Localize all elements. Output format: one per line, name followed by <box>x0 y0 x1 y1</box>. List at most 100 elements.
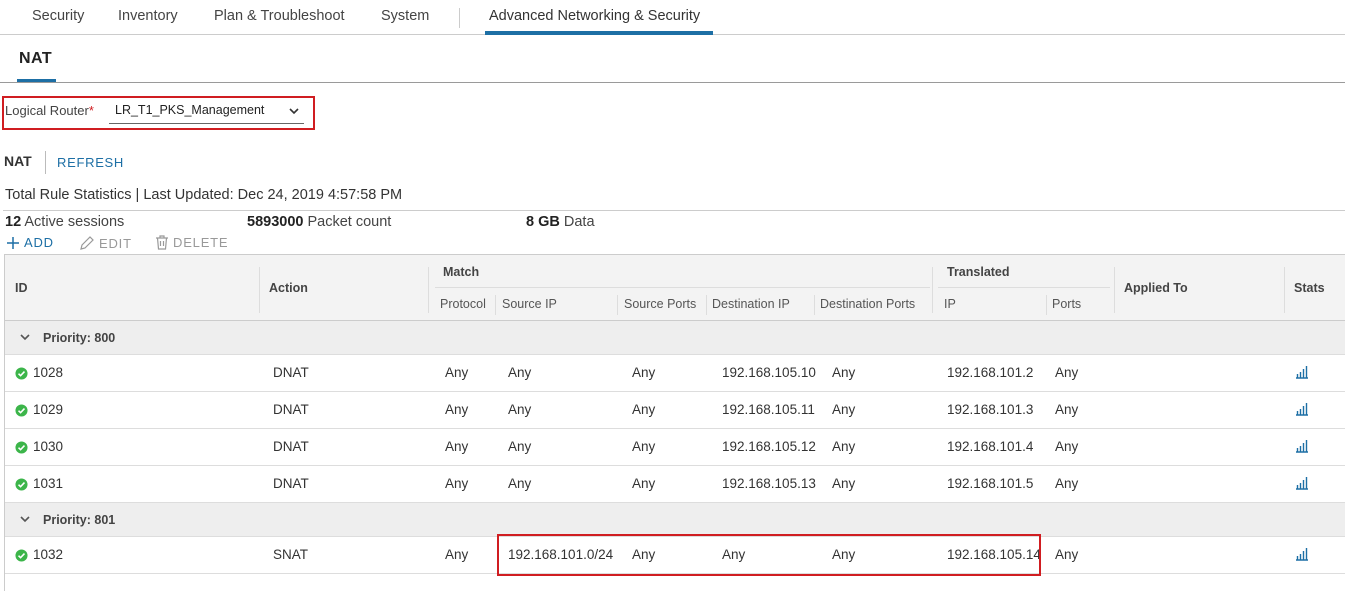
column-protocol[interactable]: Protocol <box>440 297 486 311</box>
tab-nat[interactable]: NAT <box>19 50 52 68</box>
rule-translated-ports: Any <box>1055 439 1079 454</box>
priority-label: Priority: 800 <box>43 331 116 345</box>
rule-destination-ip: 192.168.105.13 <box>722 476 816 491</box>
rule-source-ip: Any <box>508 402 532 417</box>
rule-id: 1028 <box>33 365 64 380</box>
packet-count-value: 5893000 <box>247 214 304 230</box>
column-source-ip[interactable]: Source IP <box>502 297 557 311</box>
bar-chart-icon[interactable] <box>1295 476 1309 490</box>
rule-action: DNAT <box>273 476 309 491</box>
add-button[interactable]: ADD <box>6 235 54 250</box>
bar-chart-icon[interactable] <box>1295 365 1309 379</box>
rule-action: DNAT <box>273 365 309 380</box>
rule-id: 1032 <box>33 547 64 562</box>
rule-statistics-title: Total Rule Statistics | Last Updated: De… <box>5 187 403 203</box>
check-circle-icon <box>15 478 28 491</box>
rule-destination-ports: Any <box>832 476 856 491</box>
active-sessions-value: 12 <box>5 214 22 230</box>
check-circle-icon <box>15 441 28 454</box>
rule-source-ip: Any <box>508 439 532 454</box>
table-row[interactable]: 1031 DNAT Any Any Any 192.168.105.13 Any… <box>5 466 1345 503</box>
logical-router-label-text: Logical Router <box>5 103 89 118</box>
trash-icon <box>156 235 168 250</box>
logical-router-select[interactable]: LR_T1_PKS_Management <box>109 100 304 124</box>
rule-protocol: Any <box>445 439 469 454</box>
logical-router-label: Logical Router* <box>5 103 94 118</box>
packet-count-label: Packet count <box>307 214 392 230</box>
check-circle-icon <box>15 549 28 562</box>
rule-translated-ip: 192.168.101.3 <box>947 402 1034 417</box>
chevron-down-icon[interactable] <box>19 331 31 343</box>
column-translated-ports[interactable]: Ports <box>1052 297 1081 311</box>
rule-translated-ip: 192.168.101.4 <box>947 439 1034 454</box>
rule-translated-ports: Any <box>1055 476 1079 491</box>
rule-id: 1031 <box>33 476 64 491</box>
rule-destination-ports: Any <box>832 439 856 454</box>
priority-label: Priority: 801 <box>43 513 116 527</box>
rule-translated-ports: Any <box>1055 547 1079 562</box>
column-action[interactable]: Action <box>269 281 308 295</box>
rule-source-ip: Any <box>508 476 532 491</box>
priority-group-row[interactable]: Priority: 800 <box>5 321 1345 355</box>
column-source-ports[interactable]: Source Ports <box>624 297 696 311</box>
column-id[interactable]: ID <box>15 281 28 295</box>
logical-router-value: LR_T1_PKS_Management <box>115 103 265 117</box>
tab-security[interactable]: Security <box>32 8 84 24</box>
table-row[interactable]: 1030 DNAT Any Any Any 192.168.105.12 Any… <box>5 429 1345 466</box>
table-row[interactable]: 1028 DNAT Any Any Any 192.168.105.10 Any… <box>5 355 1345 392</box>
chevron-down-icon[interactable] <box>19 513 31 525</box>
section-divider <box>45 151 46 174</box>
delete-button-label: DELETE <box>173 235 229 250</box>
column-group-match: Match <box>443 265 480 279</box>
stats-divider <box>3 210 1345 211</box>
rule-translated-ports: Any <box>1055 365 1079 380</box>
plus-icon <box>7 236 19 249</box>
tab-plan-troubleshoot[interactable]: Plan & Troubleshoot <box>214 8 345 24</box>
edit-button[interactable]: EDIT <box>79 235 132 251</box>
column-stats[interactable]: Stats <box>1294 281 1325 295</box>
rule-action: DNAT <box>273 402 309 417</box>
bar-chart-icon[interactable] <box>1295 547 1309 561</box>
rule-action: SNAT <box>273 547 309 562</box>
chevron-down-icon <box>289 108 299 115</box>
active-sessions-label: Active sessions <box>24 214 125 230</box>
rule-id: 1029 <box>33 402 64 417</box>
rule-protocol: Any <box>445 365 469 380</box>
bar-chart-icon[interactable] <box>1295 402 1309 416</box>
rule-protocol: Any <box>445 547 469 562</box>
rule-translated-ip: 192.168.101.5 <box>947 476 1034 491</box>
delete-button[interactable]: DELETE <box>155 235 228 250</box>
column-translated-ip[interactable]: IP <box>944 297 956 311</box>
data-value: 8 GB <box>526 214 560 230</box>
rule-id: 1030 <box>33 439 64 454</box>
priority-group-row[interactable]: Priority: 801 <box>5 503 1345 537</box>
rule-source-ports: Any <box>632 439 656 454</box>
rule-translated-ip: 192.168.101.2 <box>947 365 1034 380</box>
bar-chart-icon[interactable] <box>1295 439 1309 453</box>
check-circle-icon <box>15 404 28 417</box>
snat-highlight-box <box>497 534 1041 576</box>
rule-source-ports: Any <box>632 365 656 380</box>
nav-divider <box>459 8 460 28</box>
rule-source-ports: Any <box>632 476 656 491</box>
rule-protocol: Any <box>445 402 469 417</box>
active-subtab-indicator <box>17 79 56 82</box>
active-sessions-stat: 12 Active sessions <box>5 214 124 230</box>
data-label: Data <box>563 214 595 230</box>
column-applied-to[interactable]: Applied To <box>1124 281 1188 295</box>
column-destination-ip[interactable]: Destination IP <box>712 297 790 311</box>
rule-destination-ip: 192.168.105.12 <box>722 439 816 454</box>
tab-advanced-networking-security[interactable]: Advanced Networking & Security <box>489 8 700 24</box>
rule-translated-ports: Any <box>1055 402 1079 417</box>
section-title: NAT <box>4 153 32 169</box>
rule-source-ip: Any <box>508 365 532 380</box>
rule-destination-ports: Any <box>832 365 856 380</box>
packet-count-stat: 5893000 Packet count <box>247 214 391 230</box>
tab-inventory[interactable]: Inventory <box>118 8 178 24</box>
refresh-button[interactable]: REFRESH <box>57 155 124 170</box>
column-destination-ports[interactable]: Destination Ports <box>820 297 915 311</box>
pencil-icon <box>80 236 94 250</box>
data-stat: 8 GB Data <box>526 214 595 230</box>
table-row[interactable]: 1029 DNAT Any Any Any 192.168.105.11 Any… <box>5 392 1345 429</box>
tab-system[interactable]: System <box>381 8 429 24</box>
